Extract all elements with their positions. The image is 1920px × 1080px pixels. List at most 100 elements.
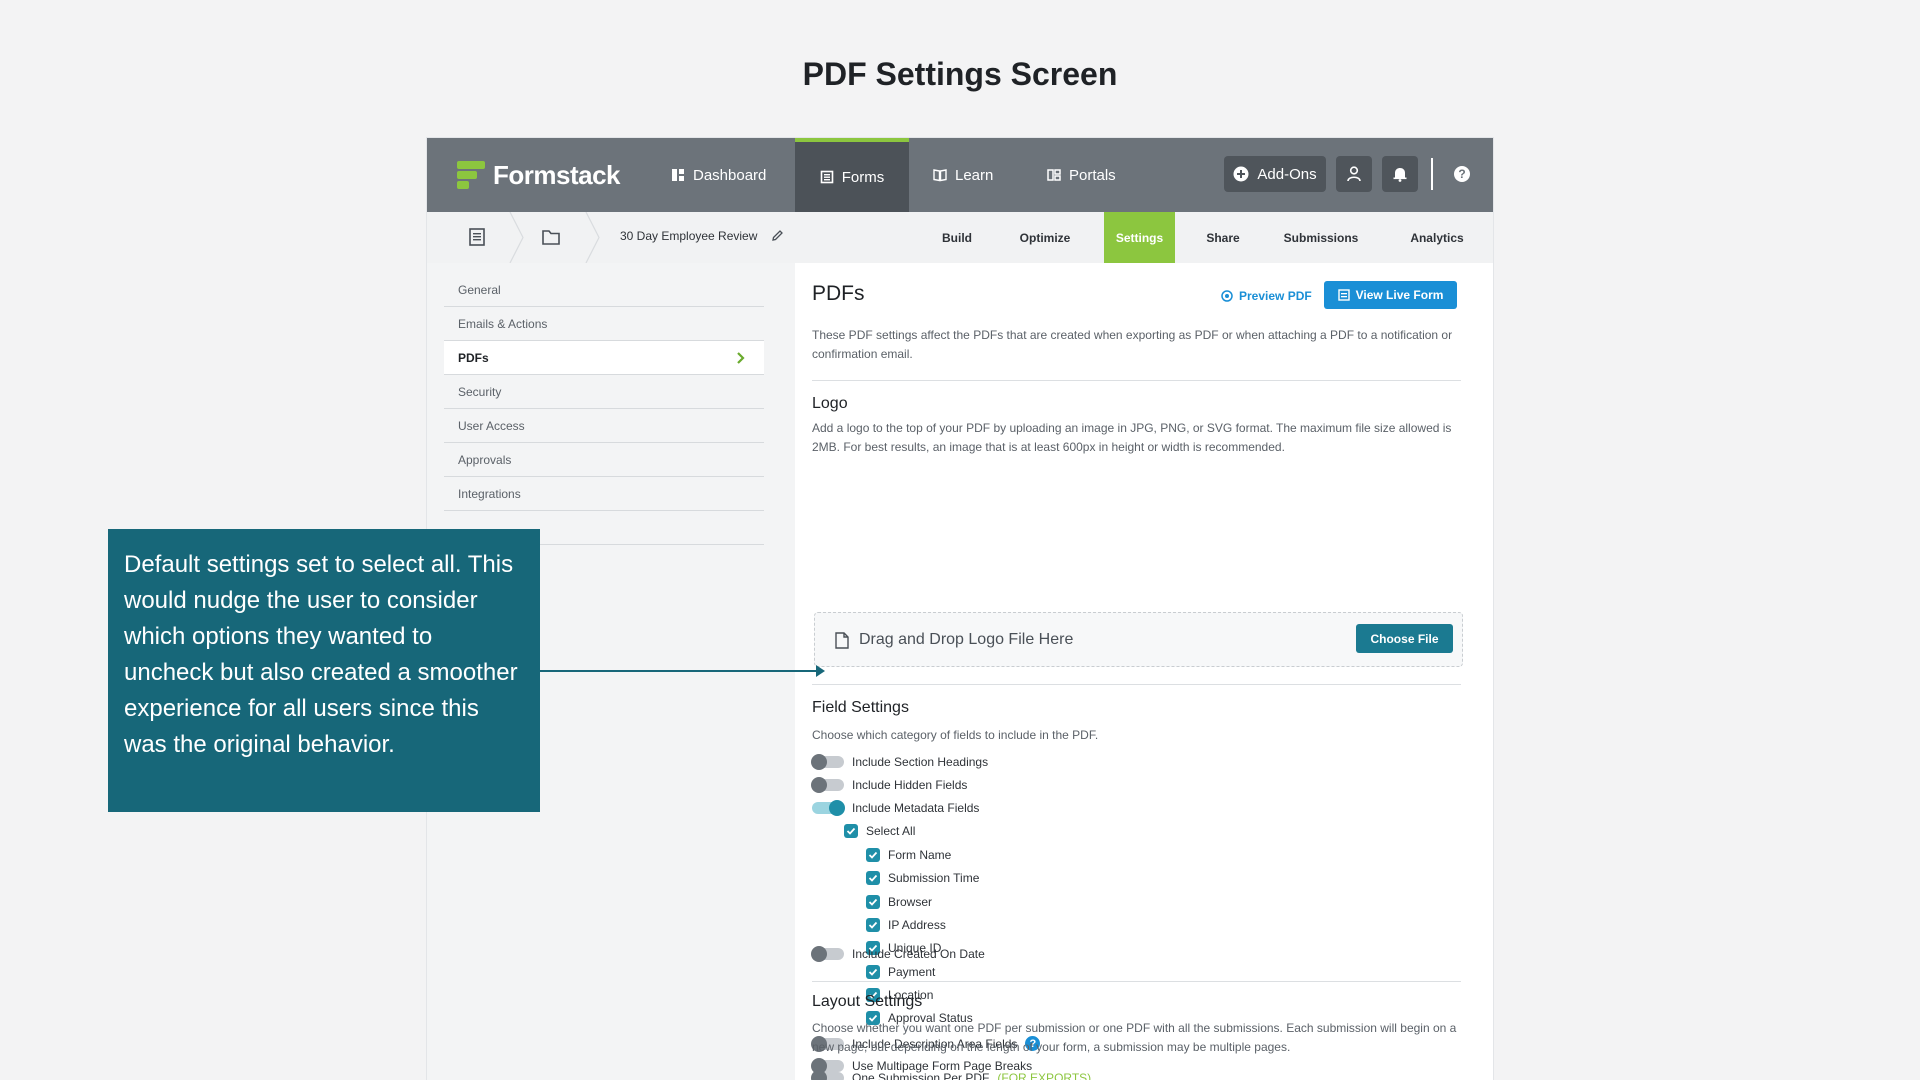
- callout-connector: [540, 670, 822, 672]
- divider: [812, 684, 1461, 685]
- metadata-option-row[interactable]: IP Address: [866, 917, 946, 932]
- metadata-option-label: Approval Status: [888, 1011, 973, 1026]
- brand-name: Formstack: [493, 159, 621, 190]
- metadata-option-row[interactable]: Browser: [866, 894, 932, 909]
- select-all-checkbox[interactable]: [844, 824, 858, 838]
- breadcrumb-chevron-icon: [509, 212, 524, 263]
- book-icon: [933, 169, 947, 182]
- include-section-headings-toggle[interactable]: [811, 754, 844, 770]
- metadata-option-checkbox[interactable]: [866, 894, 880, 909]
- preview-pdf-link[interactable]: Preview PDF: [1221, 289, 1312, 303]
- view-live-form-label: View Live Form: [1355, 288, 1444, 302]
- divider: [812, 380, 1461, 381]
- for-exports-tag: (FOR EXPORTS): [997, 1071, 1092, 1080]
- toggle-row[interactable]: Include Metadata Fields: [812, 800, 980, 816]
- include-description-area-toggle[interactable]: [811, 1035, 844, 1052]
- sidebar-item-security[interactable]: Security: [444, 375, 764, 409]
- nav-dashboard-label: Dashboard: [693, 166, 767, 184]
- sidebar-item-pdfs-label: PDFs: [458, 350, 489, 365]
- tab-submissions[interactable]: Submissions: [1271, 212, 1371, 263]
- preview-icon: [1221, 290, 1233, 302]
- form-list-icon[interactable]: [467, 227, 487, 247]
- checkmark-icon: [868, 1014, 878, 1022]
- tab-analytics[interactable]: Analytics: [1397, 212, 1477, 263]
- logo-dropzone[interactable]: Drag and Drop Logo File Here Choose File: [814, 612, 1463, 667]
- toggle-label: Include Metadata Fields: [852, 801, 980, 815]
- include-metadata-fields-toggle[interactable]: [812, 800, 845, 816]
- metadata-option-checkbox[interactable]: [866, 917, 880, 932]
- field-settings-description: Choose which category of fields to inclu…: [812, 728, 1099, 742]
- page-title: PDF Settings Screen: [802, 56, 1118, 92]
- metadata-option-checkbox[interactable]: [866, 848, 880, 862]
- dashboard-icon: [672, 169, 684, 181]
- tab-build[interactable]: Build: [927, 212, 987, 263]
- nav-portals[interactable]: Portals: [1047, 138, 1137, 212]
- metadata-option-row[interactable]: Payment: [866, 964, 935, 979]
- nav-forms[interactable]: Forms: [795, 138, 909, 212]
- metadata-option-checkbox[interactable]: [866, 1011, 880, 1026]
- sidebar-item-general[interactable]: General: [444, 273, 764, 307]
- annotation-callout: Default settings set to select all. This…: [108, 529, 540, 812]
- metadata-option-row[interactable]: Approval Status: [866, 1011, 973, 1026]
- metadata-option-row[interactable]: Submission Time: [866, 871, 979, 886]
- sidebar-item-approvals[interactable]: Approvals: [444, 443, 764, 477]
- breadcrumb-chevron-icon: [585, 212, 600, 263]
- formstack-logo[interactable]: Formstack: [457, 158, 621, 192]
- notifications-button[interactable]: [1382, 156, 1418, 192]
- toggle-label: Include Description Area Fields: [852, 1036, 1018, 1051]
- toggle-row[interactable]: Include Hidden Fields: [811, 777, 968, 793]
- toggle-label: Include Hidden Fields: [852, 778, 968, 792]
- metadata-option-checkbox[interactable]: [866, 964, 880, 979]
- tab-share[interactable]: Share: [1195, 212, 1251, 263]
- chevron-right-icon: [737, 352, 745, 364]
- metadata-option-row[interactable]: Form Name: [866, 848, 951, 862]
- formstack-logo-mark: [457, 161, 485, 189]
- formstack-app: Formstack Dashboard Forms Learn Portals …: [427, 138, 1493, 1080]
- user-icon: [1347, 166, 1361, 182]
- toggle-row[interactable]: One Submission Per PDF (FOR EXPORTS): [811, 1070, 1092, 1080]
- form-name: 30 Day Employee Review: [620, 229, 784, 243]
- metadata-option-label: IP Address: [888, 917, 946, 932]
- sidebar-item-integrations[interactable]: Integrations: [444, 477, 764, 511]
- toggle-row[interactable]: Include Created On Date: [811, 946, 985, 962]
- account-button[interactable]: [1336, 156, 1372, 192]
- help-icon[interactable]: ?: [1025, 1036, 1041, 1051]
- include-hidden-fields-toggle[interactable]: [811, 777, 844, 793]
- metadata-option-label: Form Name: [888, 848, 952, 862]
- metadata-option-label: Location: [888, 987, 934, 1002]
- metadata-option-row[interactable]: Location: [866, 987, 934, 1002]
- preview-pdf-label: Preview PDF: [1239, 289, 1312, 303]
- help-icon[interactable]: ?: [1454, 166, 1470, 182]
- bell-icon: [1393, 168, 1407, 182]
- tab-optimize[interactable]: Optimize: [1005, 212, 1085, 263]
- one-submission-per-pdf-toggle[interactable]: [811, 1070, 844, 1080]
- metadata-option-checkbox[interactable]: [866, 871, 880, 886]
- checkmark-icon: [868, 968, 878, 976]
- callout-arrowhead: [816, 665, 825, 677]
- pencil-icon[interactable]: [771, 229, 784, 242]
- file-icon: [835, 632, 849, 649]
- nav-learn[interactable]: Learn: [933, 138, 1013, 212]
- nav-dashboard[interactable]: Dashboard: [671, 138, 781, 212]
- add-ons-label: Add-Ons: [1257, 165, 1317, 183]
- toggle-row[interactable]: Include Description Area Fields ?: [811, 1035, 1041, 1052]
- form-subnav: 30 Day Employee Review Build Optimize Se…: [427, 212, 1493, 264]
- view-live-form-button[interactable]: View Live Form: [1324, 281, 1457, 309]
- form-name-text: 30 Day Employee Review: [620, 229, 758, 243]
- metadata-option-checkbox[interactable]: [866, 987, 880, 1002]
- sidebar-item-pdfs[interactable]: PDFs: [444, 341, 764, 375]
- sidebar-item-emails-actions[interactable]: Emails & Actions: [444, 307, 764, 341]
- folder-icon[interactable]: [541, 227, 561, 247]
- tab-settings[interactable]: Settings: [1104, 212, 1175, 263]
- checkbox-row-select-all[interactable]: Select All: [844, 824, 915, 838]
- logo-heading: Logo: [812, 395, 848, 412]
- nav-divider: [1431, 158, 1433, 190]
- choose-file-button[interactable]: Choose File: [1356, 624, 1453, 653]
- add-ons-button[interactable]: Add-Ons: [1224, 156, 1326, 192]
- nav-portals-label: Portals: [1069, 166, 1116, 184]
- external-form-icon: [1337, 289, 1350, 301]
- toggle-row[interactable]: Include Section Headings: [811, 754, 988, 770]
- checkmark-icon: [868, 898, 878, 906]
- sidebar-item-user-access[interactable]: User Access: [444, 409, 764, 443]
- include-created-on-date-toggle[interactable]: [811, 946, 844, 962]
